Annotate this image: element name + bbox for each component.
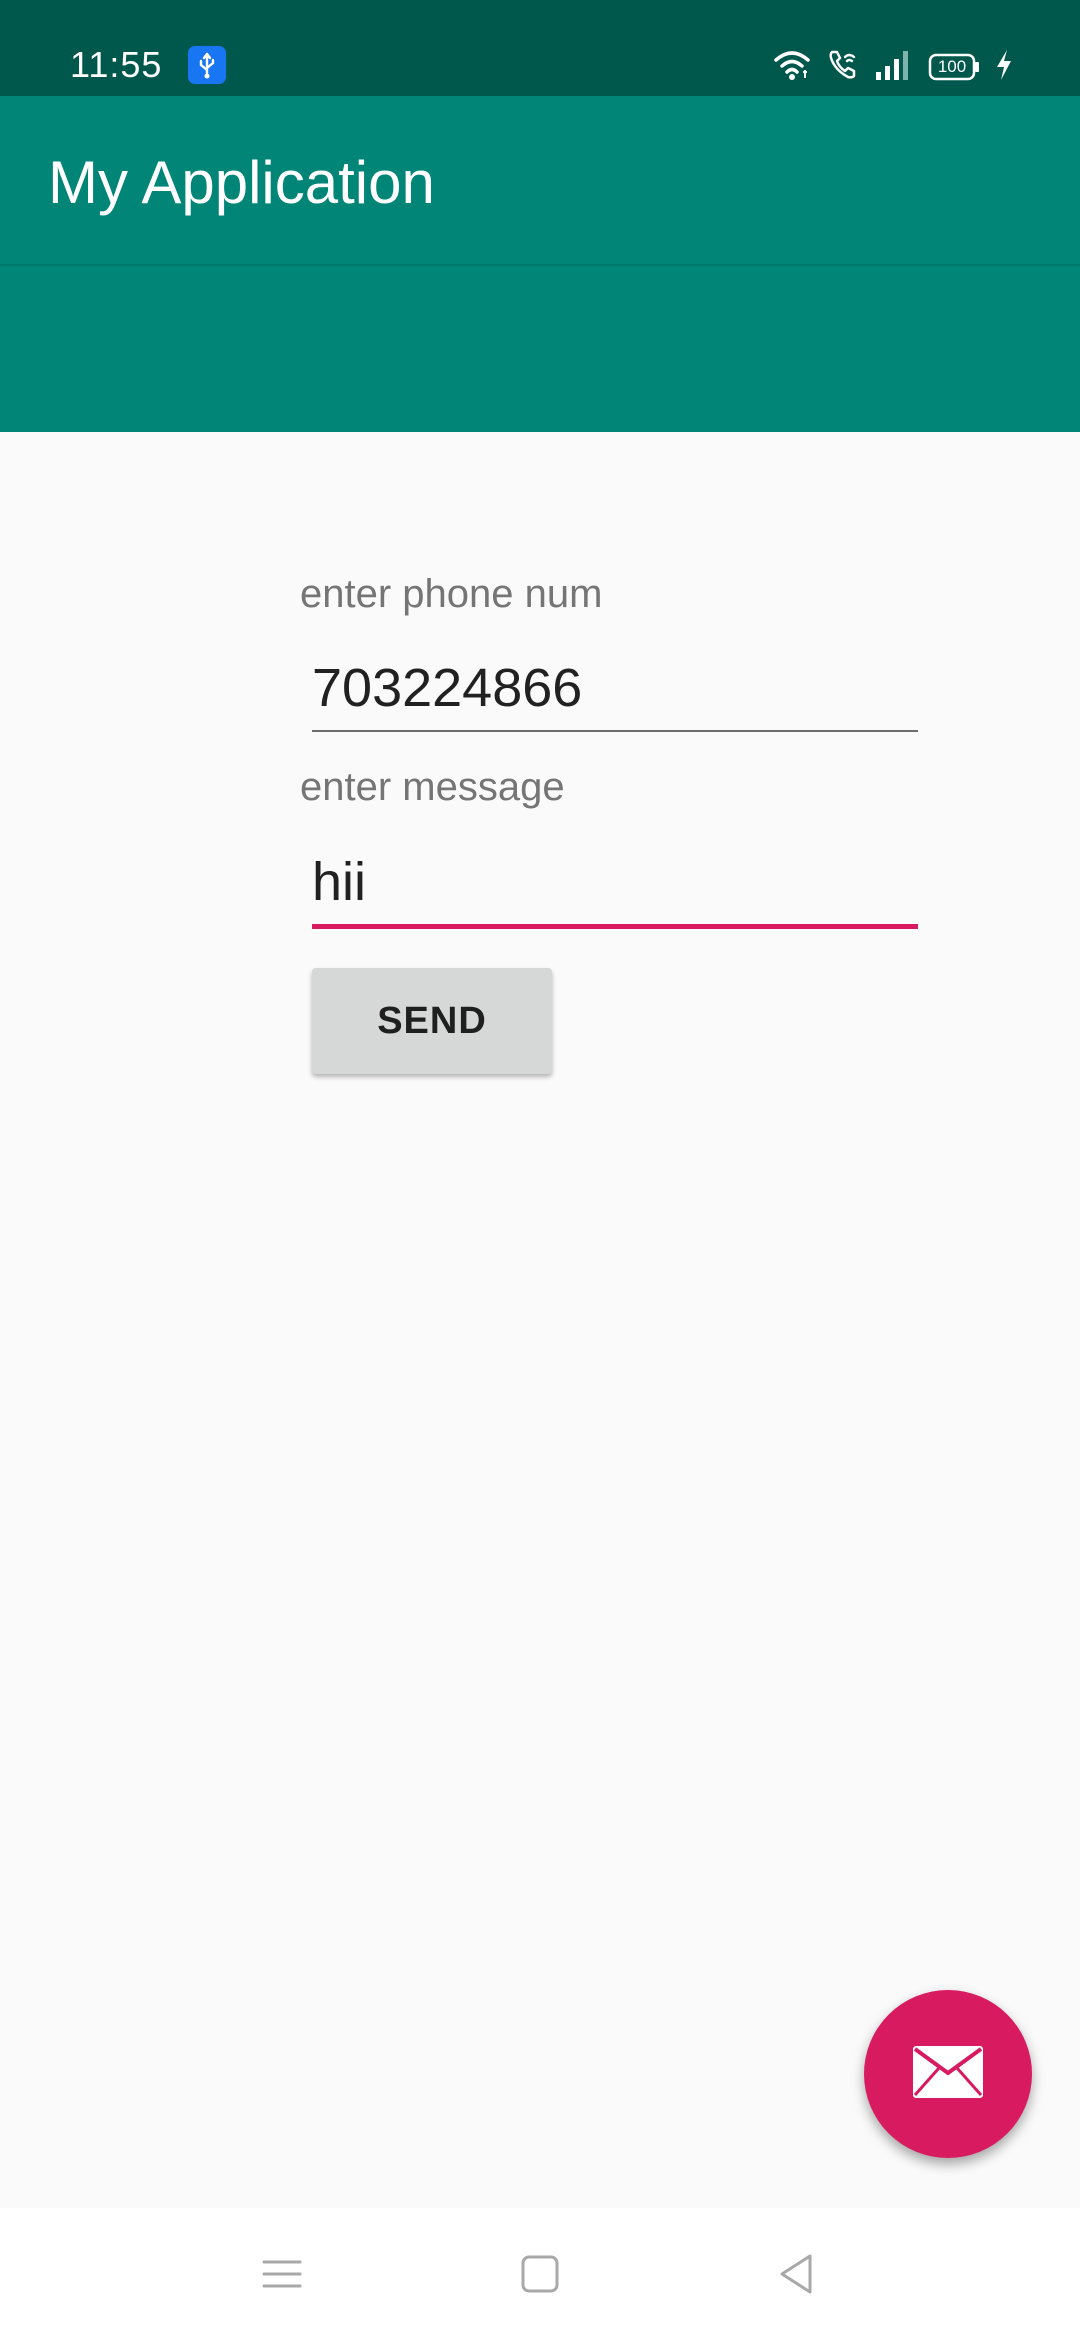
phone-label: enter phone num xyxy=(300,572,603,616)
back-icon[interactable] xyxy=(770,2248,822,2300)
phone-value: 703224866 xyxy=(312,658,583,718)
app-bar-extension xyxy=(0,266,1080,432)
message-underline xyxy=(312,924,918,929)
signal-icon xyxy=(874,48,914,87)
usb-icon xyxy=(188,46,226,84)
charging-icon xyxy=(994,48,1014,87)
status-time: 11:55 xyxy=(70,44,163,85)
phone-input[interactable]: 703224866 xyxy=(312,656,918,732)
message-label: enter message xyxy=(300,765,565,809)
navigation-bar xyxy=(0,2208,1080,2340)
phone-underline xyxy=(312,730,918,732)
app-title: My Application xyxy=(48,149,435,216)
send-button[interactable]: SEND xyxy=(312,968,552,1074)
menu-icon[interactable] xyxy=(256,2248,308,2300)
home-icon[interactable] xyxy=(514,2248,566,2300)
mail-icon xyxy=(912,2045,984,2104)
battery-icon: 100 xyxy=(928,52,980,82)
status-icons: 100 xyxy=(772,48,1014,87)
battery-level: 100 xyxy=(937,57,967,76)
message-value: hii xyxy=(312,852,367,912)
message-input[interactable]: hii xyxy=(312,850,918,930)
status-bar: 11:55 100 xyxy=(0,0,1080,96)
fab-button[interactable] xyxy=(864,1990,1032,2158)
wifi-icon xyxy=(772,48,812,87)
wifi-call-icon xyxy=(826,48,860,87)
